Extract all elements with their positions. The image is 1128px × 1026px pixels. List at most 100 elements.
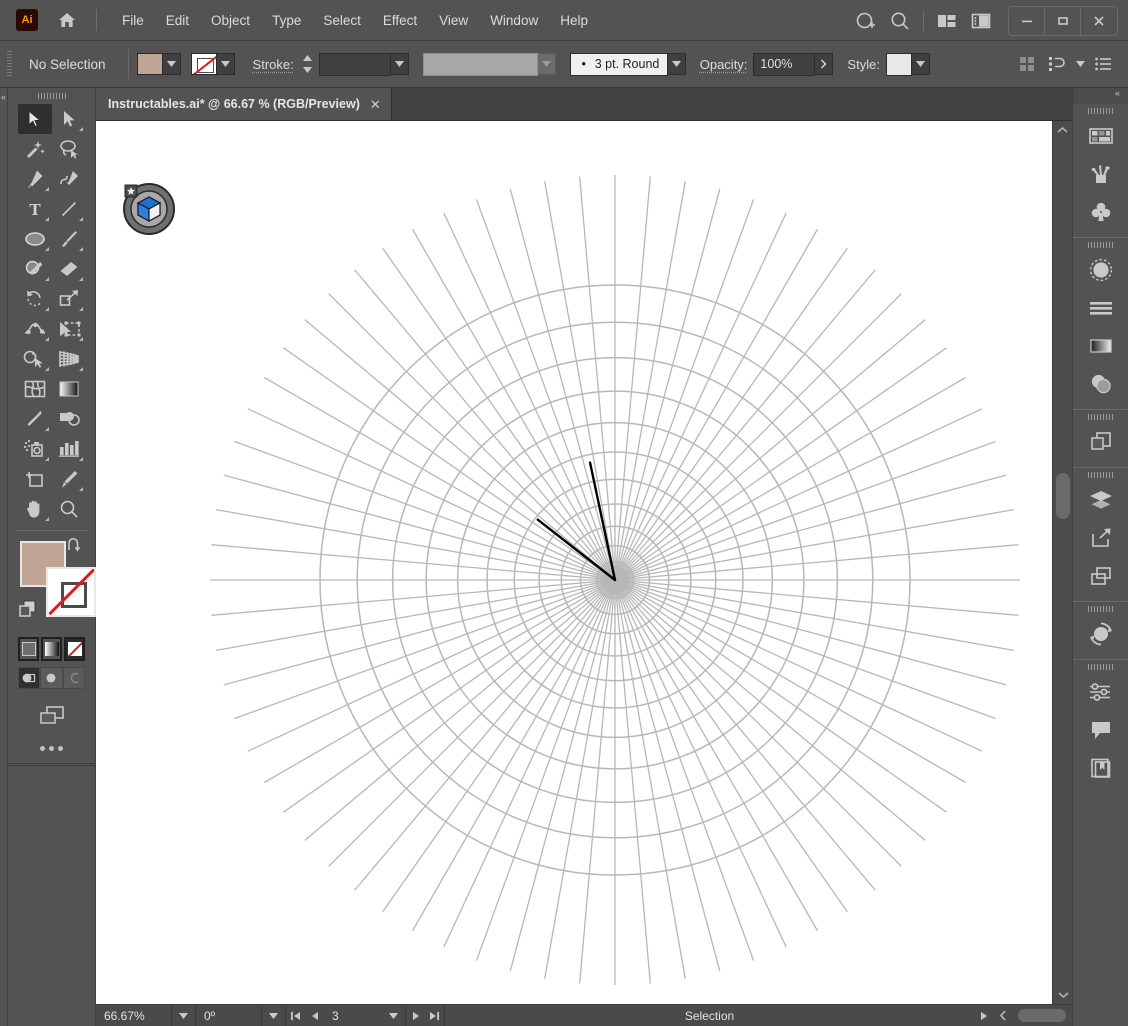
transform-icon[interactable] bbox=[1012, 49, 1042, 79]
menu-item-object[interactable]: Object bbox=[200, 9, 261, 32]
ellipse-tool[interactable] bbox=[18, 224, 52, 254]
switch-workspace-icon[interactable] bbox=[964, 4, 998, 38]
variable-width-profile-field[interactable] bbox=[423, 53, 538, 76]
gradient-panel-icon[interactable] bbox=[1073, 327, 1128, 365]
next-artboard-icon[interactable] bbox=[406, 1005, 425, 1026]
menu-item-window[interactable]: Window bbox=[479, 9, 549, 32]
home-icon[interactable] bbox=[54, 7, 80, 33]
search-icon[interactable] bbox=[883, 4, 917, 38]
eraser-tool[interactable] bbox=[52, 254, 86, 284]
menu-item-view[interactable]: View bbox=[428, 9, 479, 32]
type-tool[interactable]: T bbox=[18, 194, 52, 224]
collapse-panels-icon[interactable]: « bbox=[1073, 88, 1128, 104]
none-mode-button[interactable] bbox=[64, 637, 85, 661]
default-fill-stroke-icon[interactable] bbox=[18, 599, 38, 619]
menu-item-select[interactable]: Select bbox=[312, 9, 372, 32]
menu-item-effect[interactable]: Effect bbox=[372, 9, 428, 32]
eyedropper-tool[interactable] bbox=[18, 404, 52, 434]
color-mode-button[interactable] bbox=[18, 637, 39, 661]
image-trace-panel-icon[interactable] bbox=[1073, 673, 1128, 711]
symbols-panel-icon[interactable] bbox=[1073, 193, 1128, 231]
selection-tool[interactable] bbox=[18, 104, 52, 134]
stroke-color-control[interactable] bbox=[191, 53, 235, 75]
stroke-label[interactable]: Stroke: bbox=[253, 57, 294, 72]
document-tab[interactable]: Instructables.ai* @ 66.67 % (RGB/Preview… bbox=[96, 88, 392, 120]
first-artboard-icon[interactable] bbox=[286, 1005, 305, 1026]
add-user-icon[interactable] bbox=[849, 4, 883, 38]
panel-group-grip[interactable] bbox=[1073, 660, 1128, 673]
graphic-style-control[interactable] bbox=[886, 53, 930, 76]
status-menu-icon[interactable] bbox=[974, 1005, 993, 1026]
menu-item-edit[interactable]: Edit bbox=[155, 9, 200, 32]
pen-tool[interactable] bbox=[18, 164, 52, 194]
toolbar-grip[interactable] bbox=[8, 88, 95, 102]
stroke-weight-field[interactable] bbox=[319, 53, 391, 76]
artboard-canvas[interactable] bbox=[96, 121, 1052, 1004]
free-transform-tool[interactable] bbox=[52, 314, 86, 344]
collapse-toolbar-icon[interactable]: « bbox=[0, 88, 7, 102]
menu-item-file[interactable]: File bbox=[111, 9, 155, 32]
align-dropdown-arrow[interactable] bbox=[1072, 49, 1088, 79]
gradient-mode-button[interactable] bbox=[41, 637, 62, 661]
brush-definition-dropdown[interactable] bbox=[668, 53, 686, 75]
rotation-dropdown[interactable] bbox=[262, 1005, 286, 1026]
scroll-up-icon[interactable] bbox=[1053, 121, 1072, 139]
scroll-down-icon[interactable] bbox=[1053, 986, 1073, 1004]
magic-wand-tool[interactable] bbox=[18, 134, 52, 164]
perspective-grid-tool[interactable] bbox=[52, 344, 86, 374]
maximize-button[interactable] bbox=[1045, 7, 1081, 35]
stroke-dropdown-arrow[interactable] bbox=[217, 53, 235, 75]
shaper-tool[interactable] bbox=[18, 254, 52, 284]
fill-dropdown-arrow[interactable] bbox=[163, 53, 181, 75]
draw-normal-mode-button[interactable] bbox=[18, 667, 40, 689]
stroke-weight-stepper[interactable] bbox=[300, 53, 315, 76]
horizontal-scroll-thumb[interactable] bbox=[1018, 1009, 1066, 1022]
change-screen-mode-icon[interactable] bbox=[8, 699, 95, 733]
zoom-level-dropdown[interactable] bbox=[172, 1005, 196, 1026]
fill-swatch[interactable] bbox=[137, 53, 163, 75]
line-segment-tool[interactable] bbox=[52, 194, 86, 224]
gradient-tool[interactable] bbox=[52, 374, 86, 404]
vertical-scroll-thumb[interactable] bbox=[1056, 473, 1070, 519]
status-text[interactable]: Selection bbox=[444, 1005, 974, 1026]
opacity-label[interactable]: Opacity: bbox=[700, 57, 748, 72]
panel-group-grip[interactable] bbox=[1073, 602, 1128, 615]
graphic-style-swatch[interactable] bbox=[886, 53, 912, 76]
fill-color-control[interactable] bbox=[137, 53, 181, 75]
opacity-expand-button[interactable] bbox=[815, 53, 833, 75]
mesh-tool[interactable] bbox=[18, 374, 52, 404]
align-icon[interactable] bbox=[1042, 49, 1072, 79]
polar-grid-artwork[interactable] bbox=[96, 121, 1052, 1004]
rotate-tool[interactable] bbox=[18, 284, 52, 314]
asset-export-panel-icon[interactable] bbox=[1073, 519, 1128, 557]
edit-toolbar-icon[interactable] bbox=[8, 733, 95, 763]
close-icon[interactable]: ✕ bbox=[370, 98, 381, 111]
artboards-panel-icon[interactable] bbox=[1073, 557, 1128, 595]
stroke-color-swatch[interactable] bbox=[46, 567, 96, 617]
arrange-documents-icon[interactable] bbox=[930, 4, 964, 38]
column-graph-tool[interactable] bbox=[52, 434, 86, 464]
panel-group-grip[interactable] bbox=[1073, 410, 1128, 423]
panel-group-grip[interactable] bbox=[1073, 104, 1128, 117]
draw-behind-mode-button[interactable] bbox=[40, 667, 62, 689]
artboard-number-field[interactable]: 3 bbox=[324, 1005, 382, 1026]
zoom-tool[interactable] bbox=[52, 494, 86, 524]
paintbrush-tool[interactable] bbox=[52, 224, 86, 254]
menu-item-help[interactable]: Help bbox=[549, 9, 599, 32]
document-setup-icon[interactable] bbox=[1088, 49, 1118, 79]
panel-group-grip[interactable] bbox=[1073, 468, 1128, 481]
last-artboard-icon[interactable] bbox=[425, 1005, 444, 1026]
close-button[interactable] bbox=[1081, 7, 1117, 35]
scroll-left-icon[interactable] bbox=[993, 1005, 1012, 1026]
libraries-panel-icon[interactable] bbox=[1073, 749, 1128, 787]
menu-item-type[interactable]: Type bbox=[261, 9, 312, 32]
width-tool[interactable] bbox=[18, 314, 52, 344]
opacity-field[interactable]: 100% bbox=[753, 53, 815, 76]
stroke-swatch-none[interactable] bbox=[191, 53, 217, 75]
layers-panel-icon[interactable] bbox=[1073, 481, 1128, 519]
draw-inside-mode-button[interactable] bbox=[63, 667, 85, 689]
shape-builder-tool[interactable] bbox=[18, 344, 52, 374]
scale-tool[interactable] bbox=[52, 284, 86, 314]
lasso-tool[interactable] bbox=[52, 134, 86, 164]
hand-tool[interactable] bbox=[18, 494, 52, 524]
